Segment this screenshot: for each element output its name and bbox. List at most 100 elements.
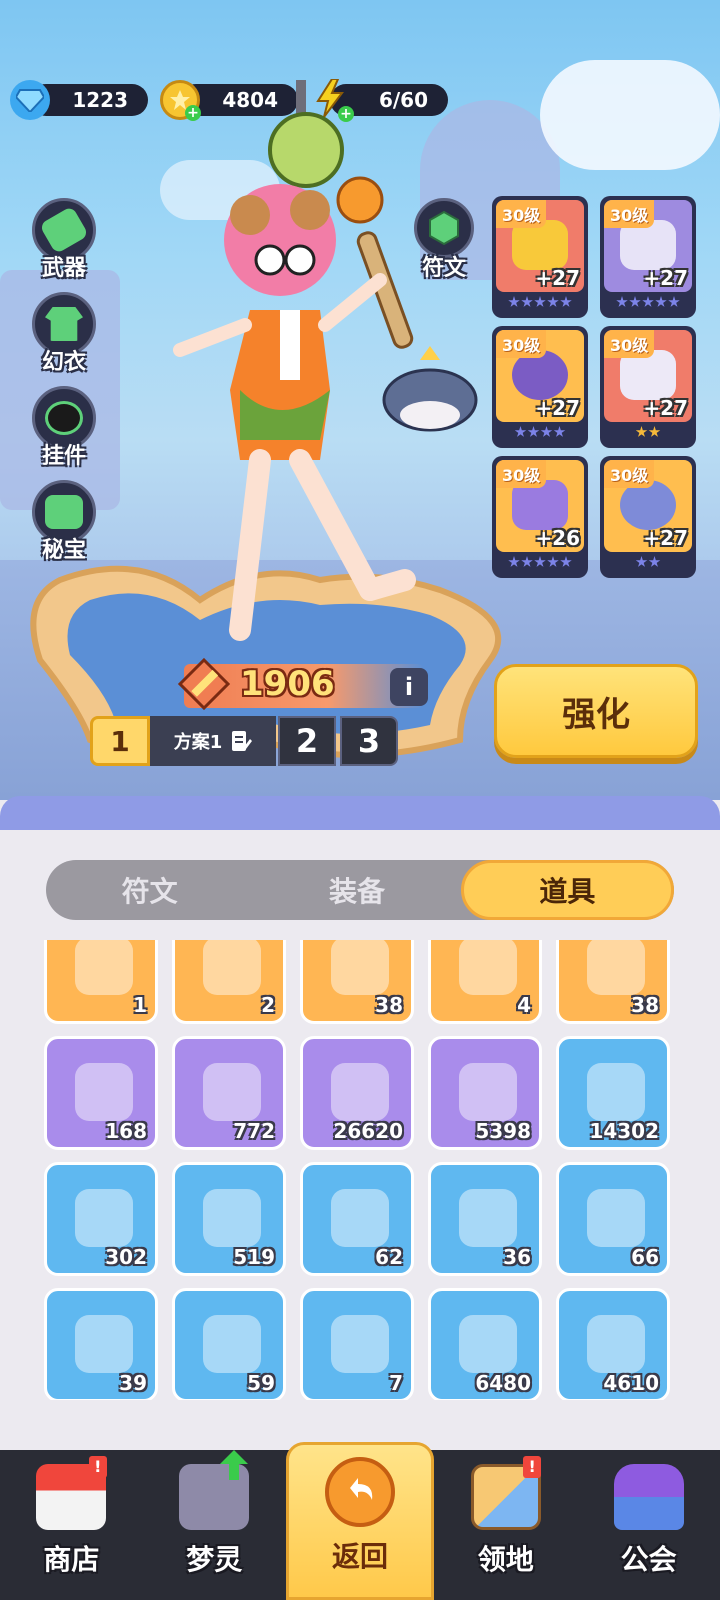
nav-label: 公会 <box>620 1543 677 1576</box>
star-icon <box>547 296 559 307</box>
item-quantity: 1 <box>133 993 147 1017</box>
item-quantity: 302 <box>105 1245 147 1269</box>
item-quantity: 4 <box>517 993 531 1017</box>
item-cell[interactable]: 4610 <box>556 1288 670 1400</box>
nav-back[interactable]: 返回 <box>285 1442 435 1600</box>
jacket-blueprint-icon <box>459 1189 517 1247</box>
star-icon <box>521 296 533 307</box>
item-cell[interactable]: 38 <box>556 940 670 1024</box>
equip-bonus: +27 <box>535 396 580 420</box>
star-rating <box>604 422 692 442</box>
nav-guild[interactable]: 公会 <box>577 1450 720 1600</box>
back-arrow-icon <box>324 1457 395 1527</box>
star-icon <box>668 296 680 307</box>
plan-number: 1 <box>110 724 130 758</box>
tab-label: 符文 <box>121 875 178 908</box>
item-cell[interactable]: 2 <box>172 940 286 1024</box>
item-quantity: 6480 <box>475 1371 531 1395</box>
outfit-button[interactable]: 幻衣 <box>20 290 108 378</box>
item-cell[interactable]: 62 <box>300 1162 414 1276</box>
up-arrow-icon <box>219 1450 248 1480</box>
equip-card: 30级 +27 <box>604 200 692 292</box>
star-icon <box>635 556 648 567</box>
puzzle-icon <box>203 940 261 995</box>
nav-label: 领地 <box>477 1543 534 1576</box>
weapon-button[interactable]: 武器 <box>20 196 108 284</box>
edit-icon <box>232 731 253 751</box>
nav-dream-spirit[interactable]: 梦灵 <box>143 1450 286 1600</box>
item-quantity: 7 <box>389 1371 403 1395</box>
item-cell[interactable]: 38 <box>300 940 414 1024</box>
item-quantity: 2 <box>261 993 275 1017</box>
item-cell[interactable]: 1 <box>44 940 158 1024</box>
equip-slot-jacket[interactable]: 30级 +27 <box>600 196 696 318</box>
tab-runes[interactable]: 符文 <box>46 860 253 920</box>
plan-name-label: 方案1 <box>173 732 223 753</box>
info-icon[interactable]: i <box>390 668 428 706</box>
equip-card: 30级 +27 <box>496 200 584 292</box>
star-icon <box>635 426 648 437</box>
combat-power-value: 1906 <box>240 664 335 704</box>
gold-key-icon <box>331 940 389 995</box>
outfit-label: 幻衣 <box>41 350 86 375</box>
equip-slot-bracer[interactable]: 30级 +27 <box>492 326 588 448</box>
item-cell[interactable]: 6480 <box>428 1288 542 1400</box>
item-cell[interactable]: 168 <box>44 1036 158 1150</box>
item-quantity: 36 <box>503 1245 531 1269</box>
star-rating <box>604 292 692 312</box>
rune-button[interactable]: 符文 <box>408 198 480 282</box>
equip-slot-helmet[interactable]: 30级 +27 <box>492 196 588 318</box>
equip-card: 30级 +26 <box>496 460 584 552</box>
spirit-urn-icon <box>203 1063 261 1121</box>
green-crystal-icon <box>331 1063 389 1121</box>
item-cell[interactable]: 7 <box>300 1288 414 1400</box>
treasure-button[interactable]: 秘宝 <box>20 478 108 566</box>
star-icon <box>527 426 540 437</box>
panel-header-strip <box>0 796 720 834</box>
background-cloud <box>540 60 720 170</box>
enhance-button[interactable]: 强化 <box>494 664 698 758</box>
tab-equipment[interactable]: 装备 <box>253 860 460 920</box>
star-icon <box>547 556 559 567</box>
item-cell[interactable]: 302 <box>44 1162 158 1276</box>
nav-shop[interactable]: ! 商店 <box>0 1450 143 1600</box>
item-cell[interactable]: 14302 <box>556 1036 670 1150</box>
equip-slot-shoe[interactable]: 30级 +26 <box>492 456 588 578</box>
treasure-label: 秘宝 <box>41 538 86 563</box>
star-icon <box>648 556 661 567</box>
rune-label: 符文 <box>421 256 466 281</box>
equip-bonus: +27 <box>643 526 688 550</box>
item-quantity: 66 <box>631 1245 659 1269</box>
item-grid: 1 2 38 4 38 168 772 26620 5398 14302 302 519 62 36 66 3… <box>44 940 676 1400</box>
star-icon <box>629 296 641 307</box>
crystal-lantern-icon <box>459 940 517 995</box>
nav-territory[interactable]: ! 领地 <box>434 1450 577 1600</box>
helmet-blueprint-icon <box>331 1189 389 1247</box>
item-cell[interactable]: 519 <box>172 1162 286 1276</box>
weapon-label: 武器 <box>41 256 86 281</box>
plan-tab-2[interactable]: 2 <box>278 716 336 766</box>
item-cell[interactable]: 5398 <box>428 1036 542 1150</box>
item-cell[interactable]: 36 <box>428 1162 542 1276</box>
plan-name[interactable]: 方案1 <box>150 716 276 766</box>
purple-drink-icon <box>587 1315 645 1373</box>
item-cell[interactable]: 772 <box>172 1036 286 1150</box>
item-quantity: 39 <box>119 1371 147 1395</box>
plan-tab-3[interactable]: 3 <box>340 716 398 766</box>
equip-slot-shorts[interactable]: 30级 +27 <box>600 326 696 448</box>
pendant-button[interactable]: 挂件 <box>20 384 108 472</box>
item-quantity: 4610 <box>603 1371 659 1395</box>
tab-items[interactable]: 道具 <box>460 860 674 920</box>
enhance-label: 强化 <box>562 694 630 735</box>
equip-bonus: +27 <box>535 266 580 290</box>
equip-bonus: +26 <box>535 526 580 550</box>
star-icon <box>534 556 546 567</box>
plan-tab-1[interactable]: 1 <box>90 716 150 766</box>
item-cell[interactable]: 66 <box>556 1162 670 1276</box>
item-cell[interactable]: 59 <box>172 1288 286 1400</box>
item-cell[interactable]: 26620 <box>300 1036 414 1150</box>
item-cell[interactable]: 39 <box>44 1288 158 1400</box>
equip-slot-gadget[interactable]: 30级 +27 <box>600 456 696 578</box>
item-cell[interactable]: 4 <box>428 940 542 1024</box>
star-icon <box>560 296 572 307</box>
